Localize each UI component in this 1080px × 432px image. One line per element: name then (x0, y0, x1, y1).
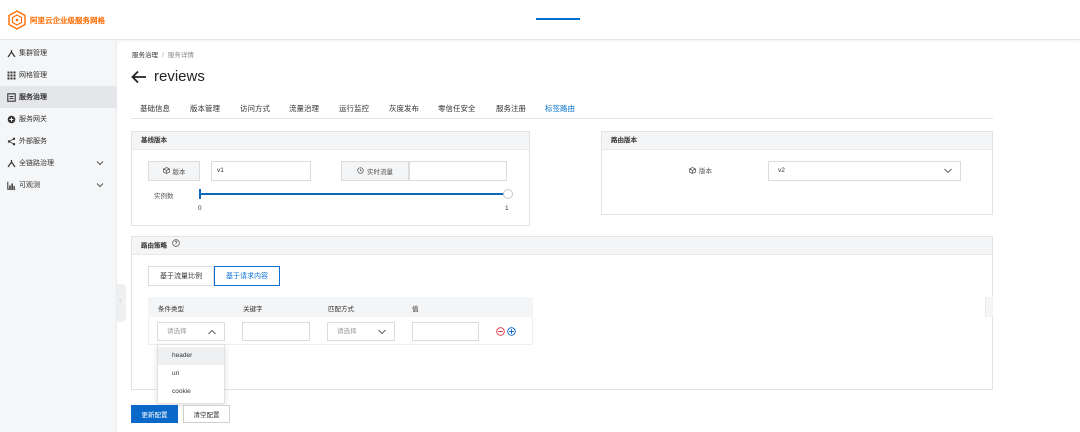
update-config-button[interactable]: 更新配置 (131, 405, 178, 423)
share-icon (7, 137, 16, 146)
remove-circle-icon[interactable] (496, 327, 505, 336)
sidebar-item-mesh[interactable]: 网格管理 (0, 64, 117, 86)
condition-type-placeholder: 请选择 (167, 328, 187, 335)
chevron-down-icon (378, 329, 386, 335)
tab-canary-release[interactable]: 灰度发布 (389, 103, 419, 114)
sidebar-item-service-governance[interactable]: 服务治理 (0, 86, 117, 108)
chevron-up-icon (208, 329, 216, 335)
logo-text[interactable]: 阿里云企业级服务网格 (30, 15, 105, 26)
scroll-handle[interactable] (985, 297, 993, 317)
column-header: 条件类型 (158, 306, 184, 313)
service-name: reviews (154, 68, 205, 85)
tab-runtime-monitoring[interactable]: 运行监控 (339, 103, 369, 114)
condition-table-header: 条件类型 关键字 匹配方式 值 (148, 297, 533, 317)
tab-basic-info[interactable]: 基础信息 (140, 103, 170, 114)
sidebar-item-full-trace[interactable]: 全链路治理 (0, 152, 117, 174)
sidebar-item-label: 服务网关 (19, 116, 47, 123)
sidebar-item-label: 集群管理 (19, 50, 47, 57)
chevron-down-icon (944, 168, 952, 174)
cube-icon (162, 166, 170, 176)
sidebar-item-label: 外部服务 (19, 138, 47, 145)
sidebar-item-observability[interactable]: 可观测 (0, 174, 117, 196)
top-bar: 阿里云企业级服务网格 (0, 0, 1080, 40)
logo-icon[interactable] (8, 10, 26, 30)
routing-policy-title: 路由策略 (141, 242, 167, 250)
active-tab-indicator (536, 18, 580, 20)
traffic-icon (357, 166, 364, 176)
slider-min-label: 0 (198, 205, 202, 212)
option-cookie[interactable]: cookie (158, 383, 224, 401)
version-label-box: 版本 (148, 161, 200, 181)
clear-config-button[interactable]: 清空配置 (183, 405, 230, 423)
realtime-traffic-value (409, 161, 507, 181)
routing-version-label-group: 版本 (689, 165, 712, 175)
routing-version-selected: v2 (778, 167, 785, 174)
condition-type-dropdown: header uri cookie (157, 344, 225, 404)
grid-icon (7, 71, 16, 80)
instances-label: 实例数 (154, 193, 174, 200)
panel-title: 路由策略 (132, 237, 992, 255)
sidebar-item-label: 全链路治理 (19, 160, 54, 167)
breadcrumb-current: 服务详情 (167, 52, 194, 59)
match-method-select[interactable]: 请选择 (327, 322, 395, 341)
instances-slider-track[interactable] (200, 193, 509, 195)
sidebar-item-gateway[interactable]: 服务网关 (0, 108, 117, 130)
sidebar-item-label: 可观测 (19, 182, 40, 189)
match-method-placeholder: 请选择 (337, 328, 357, 335)
sidebar-collapse-handle[interactable]: ‹ (117, 284, 126, 322)
sidebar-item-label: 服务治理 (19, 94, 47, 101)
tab-service-registry[interactable]: 服务注册 (496, 103, 526, 114)
column-header: 匹配方式 (328, 306, 354, 313)
chevron-down-icon[interactable] (96, 159, 104, 167)
column-header: 值 (412, 306, 419, 313)
option-uri[interactable]: uri (158, 365, 224, 383)
chart-icon (7, 181, 16, 190)
column-header: 关键字 (243, 306, 263, 313)
tab-version-management[interactable]: 版本管理 (190, 103, 220, 114)
add-circle-icon[interactable] (507, 327, 516, 336)
slider-max-label: 1 (505, 205, 509, 212)
panel-title: 基线版本 (132, 132, 529, 150)
option-header[interactable]: header (158, 347, 224, 365)
routing-version-select[interactable]: v2 (768, 161, 961, 181)
breadcrumb-separator: / (162, 52, 164, 59)
tab-bar: 基础信息 版本管理 访问方式 流量治理 运行监控 灰度发布 零信任安全 服务注册… (131, 99, 993, 119)
instances-slider-handle[interactable] (503, 189, 513, 199)
tab-tag-routing[interactable]: 标签路由 (545, 103, 575, 114)
chevron-left-icon: ‹ (119, 298, 122, 305)
sidebar-item-external[interactable]: 外部服务 (0, 130, 117, 152)
condition-type-select[interactable]: 请选择 (157, 322, 225, 341)
cluster-icon (7, 49, 16, 58)
value-input[interactable] (412, 322, 479, 341)
mode-traffic-ratio-button[interactable]: 基于流量比例 (148, 266, 214, 286)
page-title: reviews (131, 68, 205, 85)
cube-icon (689, 166, 696, 174)
routing-version-label: 版本 (699, 168, 712, 175)
sidebar-item-label: 网格管理 (19, 72, 47, 79)
trace-icon (7, 159, 16, 168)
gateway-icon (7, 115, 16, 124)
keyword-input[interactable] (242, 322, 310, 341)
sidebar-item-cluster[interactable]: 集群管理 (0, 42, 117, 64)
traffic-label: 实时流量 (367, 169, 393, 176)
service-icon (7, 92, 16, 102)
help-icon[interactable] (172, 237, 180, 255)
mode-request-content-button[interactable]: 基于请求内容 (214, 266, 280, 286)
breadcrumb-root[interactable]: 服务治理 (132, 52, 158, 59)
panel-title: 路由版本 (602, 132, 992, 150)
tab-traffic-governance[interactable]: 流量治理 (289, 103, 319, 114)
chevron-down-icon[interactable] (96, 181, 104, 189)
traffic-label-box: 实时流量 (341, 161, 409, 181)
breadcrumb: 服务治理 / 服务详情 (132, 49, 194, 59)
sidebar: 集群管理 网格管理 服务治理 服务网关 外部服务 全链路治理 可观测 (0, 41, 117, 432)
back-arrow-icon[interactable] (131, 70, 147, 84)
tab-zero-trust[interactable]: 零信任安全 (438, 103, 476, 114)
tab-access-method[interactable]: 访问方式 (240, 103, 270, 114)
baseline-version-value: v1 (211, 161, 311, 181)
version-label: 版本 (172, 169, 186, 176)
